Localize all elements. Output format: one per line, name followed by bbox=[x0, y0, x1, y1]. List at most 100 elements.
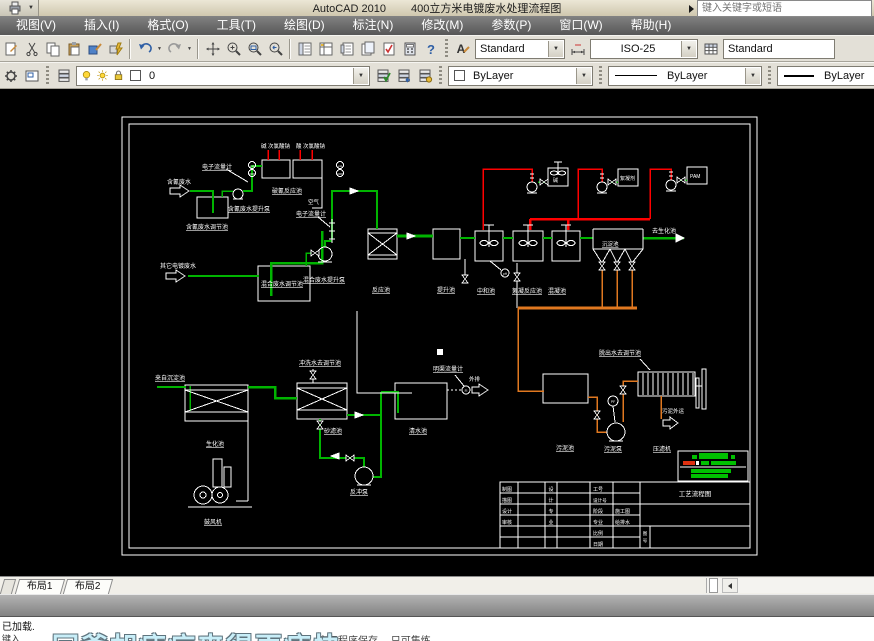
diagram-bar bbox=[683, 461, 695, 465]
diagram-bar bbox=[437, 349, 443, 355]
undo-icon[interactable] bbox=[134, 38, 155, 59]
chevron-down-icon[interactable]: ▼ bbox=[185, 38, 194, 59]
color-swatch bbox=[454, 70, 465, 81]
toolbar-grip[interactable] bbox=[439, 65, 442, 86]
help-icon[interactable]: ? bbox=[420, 38, 441, 59]
toolbar-grip[interactable] bbox=[599, 65, 602, 86]
lock-icon[interactable] bbox=[111, 69, 125, 83]
diagram-bar bbox=[731, 455, 735, 459]
command-line-area[interactable]: 已加载. 键入 实用程序保存。 只可集练 回爹胡疲症来得更疲快 bbox=[0, 617, 874, 641]
layers-icon[interactable] bbox=[53, 65, 74, 86]
chevron-down-icon[interactable]: ▼ bbox=[548, 40, 563, 57]
zoom-icon[interactable] bbox=[223, 38, 244, 59]
menu-item-7[interactable]: 修改(M) bbox=[407, 16, 477, 35]
copy-icon[interactable] bbox=[42, 38, 63, 59]
chevron-down-icon[interactable]: ▼ bbox=[155, 38, 164, 59]
agitator-impeller bbox=[558, 170, 566, 176]
viewport-icon[interactable] bbox=[21, 65, 42, 86]
sheetset-icon[interactable] bbox=[357, 38, 378, 59]
model-tab-partial[interactable] bbox=[0, 579, 17, 594]
diagram-label: 号 bbox=[643, 538, 648, 544]
layout-tab-2[interactable]: 布局2 bbox=[62, 579, 113, 594]
linetype-combo[interactable]: ByLayer ▼ bbox=[608, 65, 762, 86]
menu-item-8[interactable]: 参数(P) bbox=[477, 16, 545, 35]
valve-symbol bbox=[345, 454, 355, 462]
menu-item-10[interactable]: 帮助(H) bbox=[617, 16, 686, 35]
linetype-sample bbox=[615, 75, 657, 76]
color-combo[interactable]: ByLayer ▼ bbox=[448, 65, 593, 86]
gear-icon[interactable] bbox=[0, 65, 21, 86]
diagram-label: 制图 bbox=[502, 486, 512, 493]
drawing-area[interactable]: 含氰废水 电子流量计 含氰废水提升泵 含氰废水调节池碱次氯酸钠酸次氯酸钠 破氰反应池 空气… bbox=[0, 89, 874, 576]
block-icon[interactable] bbox=[105, 38, 126, 59]
agitator-impeller bbox=[550, 170, 558, 176]
matchprop-icon[interactable] bbox=[84, 38, 105, 59]
toolbar-grip[interactable] bbox=[46, 65, 49, 86]
toolbar-grip[interactable] bbox=[445, 38, 448, 59]
drawing-canvas[interactable]: 含氰废水电子流量计含氰废水提升泵含氰废水调节池碱 次氯酸钠酸次氯酸钠破氰反应池空气… bbox=[0, 89, 874, 576]
layercur-icon[interactable] bbox=[372, 65, 393, 86]
agitator-impeller bbox=[489, 240, 499, 246]
horizontal-scrollbar[interactable] bbox=[706, 578, 874, 593]
chevron-down-icon[interactable]: ▼ bbox=[353, 67, 368, 84]
publish-icon[interactable] bbox=[0, 38, 21, 59]
zoomprev-icon[interactable] bbox=[265, 38, 286, 59]
diagram-circle bbox=[232, 188, 244, 200]
menu-item-1[interactable]: 视图(V) bbox=[2, 16, 70, 35]
scroll-left-button[interactable] bbox=[722, 578, 738, 593]
diagram-label: 含氰废水提升泵 bbox=[228, 205, 270, 213]
paste-icon[interactable] bbox=[63, 38, 84, 59]
search-arrow-icon[interactable] bbox=[689, 4, 694, 13]
diagram-label: 压滤机 bbox=[653, 445, 671, 453]
menu-item-4[interactable]: 工具(T) bbox=[203, 16, 270, 35]
lineweight-combo[interactable]: ByLayer bbox=[777, 65, 874, 86]
sun-icon[interactable] bbox=[95, 69, 109, 83]
calc-icon[interactable] bbox=[399, 38, 420, 59]
diagram-pipe bbox=[482, 168, 533, 230]
menu-item-9[interactable]: 窗口(W) bbox=[545, 16, 616, 35]
svg-text:?: ? bbox=[427, 42, 435, 57]
bulb-icon[interactable] bbox=[79, 69, 93, 83]
diagram-circle bbox=[354, 466, 374, 486]
menu-item-3[interactable]: 格式(O) bbox=[133, 16, 202, 35]
diagram-pipe bbox=[454, 374, 465, 387]
table-style-icon[interactable] bbox=[700, 38, 721, 59]
layout-tab-1[interactable]: 布局1 bbox=[14, 579, 65, 594]
chevron-down-icon[interactable]: ▼ bbox=[681, 40, 696, 57]
dim-style-combo[interactable]: ISO-25 ▼ bbox=[590, 38, 698, 59]
toolbar-grip[interactable] bbox=[768, 65, 771, 86]
diagram-pipe bbox=[319, 419, 365, 467]
menu-item-5[interactable]: 绘图(D) bbox=[270, 16, 339, 35]
cut-icon[interactable] bbox=[21, 38, 42, 59]
markup-icon[interactable] bbox=[378, 38, 399, 59]
dcenter-icon[interactable] bbox=[315, 38, 336, 59]
chevron-down-icon[interactable]: ▼ bbox=[576, 67, 591, 84]
text-style-combo[interactable]: Standard ▼ bbox=[475, 38, 565, 59]
diagram-label: 比例 bbox=[593, 530, 603, 537]
layerprev-icon[interactable] bbox=[393, 65, 414, 86]
diagram-pipe bbox=[317, 216, 331, 228]
search-input[interactable] bbox=[697, 0, 872, 17]
diagram-label: 碱 bbox=[261, 143, 267, 150]
flow-arrow bbox=[354, 411, 365, 419]
dim-style-icon[interactable] bbox=[567, 38, 588, 59]
menu-item-2[interactable]: 插入(I) bbox=[70, 16, 133, 35]
scrollbar-thumb[interactable] bbox=[709, 578, 718, 593]
diagram-pipe bbox=[489, 260, 502, 271]
palettes-icon[interactable] bbox=[336, 38, 357, 59]
props-icon[interactable] bbox=[294, 38, 315, 59]
chevron-down-icon[interactable]: ▼ bbox=[745, 67, 760, 84]
color-value: ByLayer bbox=[473, 69, 514, 82]
layer-combo[interactable]: 0 ▼ bbox=[76, 65, 370, 86]
valve-symbol bbox=[461, 274, 469, 284]
menu-item-6[interactable]: 标注(N) bbox=[339, 16, 408, 35]
table-style-combo[interactable]: Standard bbox=[723, 38, 835, 59]
zoomwin-icon[interactable] bbox=[244, 38, 265, 59]
pan-icon[interactable] bbox=[202, 38, 223, 59]
command-window-splitter[interactable] bbox=[0, 594, 874, 617]
redo-icon[interactable] bbox=[164, 38, 185, 59]
diagram-pipe bbox=[577, 168, 603, 219]
menu-bar: 视图(V) 插入(I) 格式(O) 工具(T) 绘图(D) 标注(N) 修改(M) 参数(P)… bbox=[0, 16, 874, 35]
text-style-icon[interactable]: A bbox=[452, 38, 473, 59]
layerstate-icon[interactable] bbox=[414, 65, 435, 86]
